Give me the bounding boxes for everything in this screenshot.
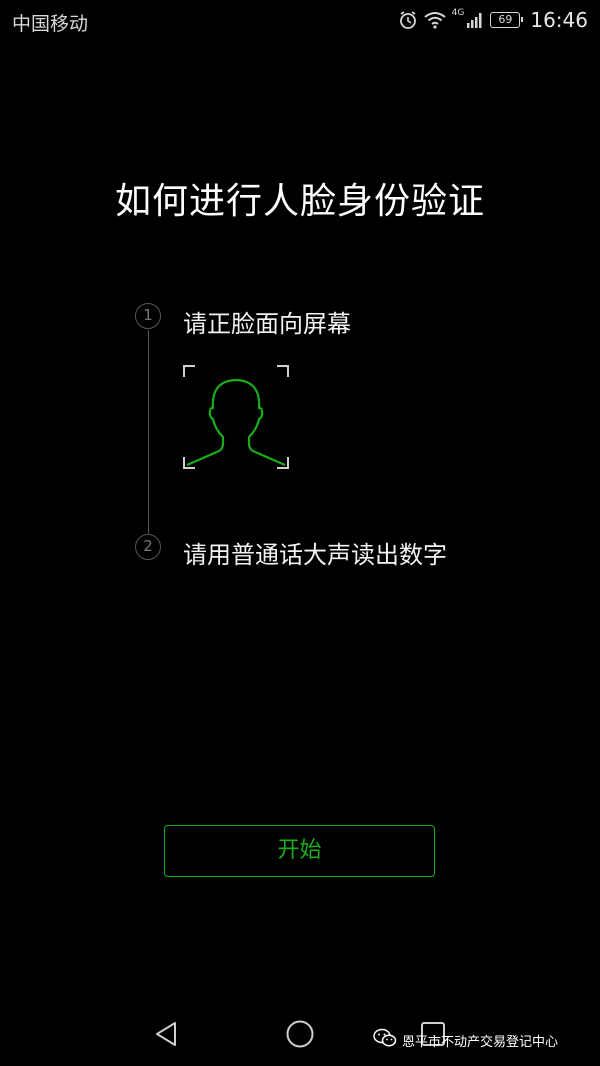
face-outline-icon xyxy=(183,365,289,469)
alarm-icon xyxy=(398,10,418,30)
clock: 16:46 xyxy=(530,8,588,32)
start-button[interactable]: 开始 xyxy=(164,825,435,877)
step-number-1: 1 xyxy=(135,303,161,329)
battery-icon: 69 xyxy=(490,12,524,28)
step-number-2: 2 xyxy=(135,534,161,560)
step-text-2: 请用普通话大声读出数字 xyxy=(183,541,447,569)
wechat-icon xyxy=(373,1028,397,1052)
network-type: 4G xyxy=(451,8,465,18)
watermark: 恩平市不动产交易登记中心 xyxy=(373,1028,558,1052)
step-text-1: 请正脸面向屏幕 xyxy=(183,310,351,338)
wifi-icon xyxy=(424,11,446,29)
status-bar: 中国移动 4G 69 16:46 xyxy=(0,0,600,40)
watermark-text: 恩平市不动产交易登记中心 xyxy=(402,1034,559,1050)
home-circle-icon[interactable] xyxy=(282,1016,318,1052)
signal-icon xyxy=(466,11,484,29)
status-icons: 4G 69 16:46 xyxy=(398,6,588,34)
step-connector-line xyxy=(148,330,149,534)
back-triangle-icon[interactable] xyxy=(148,1016,184,1052)
carrier-name: 中国移动 xyxy=(12,13,89,35)
page-title: 如何进行人脸身份验证 xyxy=(114,181,485,222)
